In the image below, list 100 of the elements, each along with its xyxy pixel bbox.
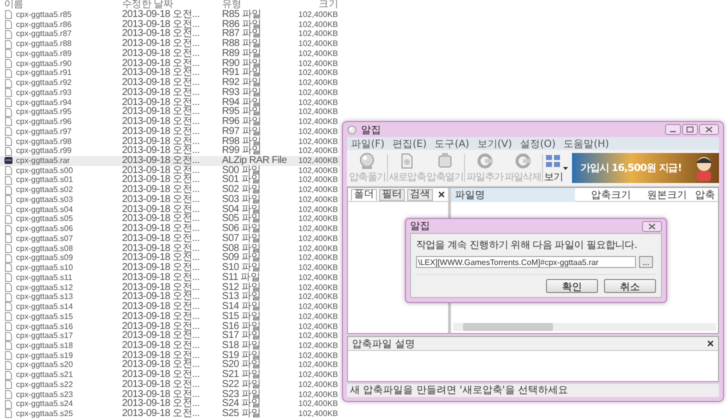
- menu-item[interactable]: 편집(E): [392, 136, 427, 150]
- file-size: 102,400KB: [297, 136, 338, 146]
- pane-tab[interactable]: 필터: [379, 188, 405, 200]
- pane-tab[interactable]: 폴더: [351, 188, 377, 200]
- file-size: 102,400KB: [297, 282, 338, 292]
- file-row[interactable]: cpx-ggttaa5.s09 2013-09-18 오전... S09 파일 102,400KB: [0, 253, 340, 264]
- file-name: cpx-ggttaa5.r89: [16, 48, 72, 59]
- file-size: 102,400KB: [297, 312, 338, 322]
- file-row[interactable]: cpx-ggttaa5.r88 2013-09-18 오전... R88 파일 102,400KB: [0, 39, 340, 49]
- file-row[interactable]: cpx-ggttaa5.s07 2013-09-18 오전... S07 파일 102,400KB: [0, 234, 340, 244]
- file-row[interactable]: cpx-ggttaa5.s20 2013-09-18 오전... S20 파일 102,400KB: [0, 360, 340, 370]
- file-row[interactable]: cpx-ggttaa5.s16 2013-09-18 오전... S16 파일 102,400KB: [0, 322, 340, 332]
- menu-item[interactable]: 설정(O): [520, 136, 556, 150]
- menu-item[interactable]: 도움말(H): [564, 136, 610, 150]
- file-size: 102,400KB: [297, 204, 338, 214]
- file-size: 102,400KB: [297, 263, 338, 273]
- file-row[interactable]: cpx-ggttaa5.r85 2013-09-18 오전... R85 파일 102,400KB: [0, 10, 340, 20]
- column-header[interactable]: 수정한 날짜: [122, 0, 222, 10]
- file-row[interactable]: cpx-ggttaa5.s01 2013-09-18 오전... S01 파일 102,400KB: [0, 175, 340, 186]
- file-row[interactable]: cpx-ggttaa5.s21 2013-09-18 오전... S21 파일 102,400KB: [0, 370, 340, 380]
- close-icon[interactable]: [438, 191, 445, 198]
- file-row[interactable]: cpx-ggttaa5.s04 2013-09-18 오전... S04 파일 102,400KB: [0, 204, 340, 214]
- column-header[interactable]: 이름: [0, 0, 122, 10]
- file-row[interactable]: cpx-ggttaa5.r95 2013-09-18 오전... R95 파일 102,400KB: [0, 107, 340, 118]
- file-row[interactable]: cpx-ggttaa5.s25 2013-09-18 오전... S25 파일 102,400KB: [0, 409, 340, 419]
- menu-item[interactable]: 도구(A): [434, 136, 470, 150]
- close-icon[interactable]: [707, 340, 714, 347]
- file-row[interactable]: cpx-ggttaa5.r91 2013-09-18 오전... R91 파일 102,400KB: [0, 68, 340, 78]
- column-header[interactable]: 유형: [222, 0, 290, 10]
- dialog-message: 작업을 계속 진행하기 위해 다음 파일이 필요합니다.: [416, 239, 638, 252]
- modified-date: 2013-09-18 오전...: [122, 244, 200, 254]
- file-row[interactable]: cpx-ggttaa5.r99 2013-09-18 오전... R99 파일 102,400KB: [0, 146, 340, 156]
- file-row[interactable]: cpx-ggttaa5.r86 2013-09-18 오전... R86 파일 102,400KB: [0, 20, 340, 30]
- column-header[interactable]: 압축: [687, 188, 715, 202]
- menu-item[interactable]: 파일(F): [351, 136, 385, 150]
- file-row[interactable]: cpx-ggttaa5.s19 2013-09-18 오전... S19 파일 102,400KB: [0, 350, 340, 360]
- file-row[interactable]: cpx-ggttaa5.s11 2013-09-18 오전... S11 파일 102,400KB: [0, 272, 340, 283]
- file-type: S22 파일: [222, 380, 262, 390]
- file-row[interactable]: cpx-ggttaa5.s18 2013-09-18 오전... S18 파일 102,400KB: [0, 340, 340, 351]
- file-row[interactable]: cpx-ggttaa5.r93 2013-09-18 오전... R93 파일 102,400KB: [0, 88, 340, 98]
- file-row[interactable]: cpx-ggttaa5.s05 2013-09-18 오전... S05 파일 102,400KB: [0, 214, 340, 224]
- file-row[interactable]: cpx-ggttaa5.s13 2013-09-18 오전... S13 파일 102,400KB: [0, 292, 340, 302]
- file-row[interactable]: cpx-ggttaa5.r98 2013-09-18 오전... R98 파일 102,400KB: [0, 136, 340, 146]
- modified-date: 2013-09-18 오전...: [122, 126, 200, 137]
- file-row[interactable]: cpx-ggttaa5.s17 2013-09-18 오전... S17 파일 102,400KB: [0, 331, 340, 341]
- file-size: 102,400KB: [297, 175, 338, 186]
- browse-button[interactable]: ...: [639, 256, 653, 268]
- dialog-button[interactable]: 취소: [604, 279, 656, 293]
- file-row[interactable]: cpx-ggttaa5.s08 2013-09-18 오전... S08 파일 102,400KB: [0, 244, 340, 254]
- file-row[interactable]: cpx-ggttaa5.s24 2013-09-18 오전... S24 파일 102,400KB: [0, 399, 340, 410]
- file-row[interactable]: cpx-ggttaa5.s23 2013-09-18 오전... S23 파일 102,400KB: [0, 390, 340, 400]
- menu-item[interactable]: 보기(V): [477, 136, 512, 150]
- modified-date: 2013-09-18 오전...: [122, 340, 200, 351]
- file-size: 102,400KB: [297, 166, 338, 176]
- file-type: R98 파일: [222, 136, 262, 146]
- file-type: R91 파일: [222, 68, 262, 78]
- modified-date: 2013-09-18 오전...: [122, 175, 200, 186]
- file-row[interactable]: cpx-ggttaa5.rar 2013-09-18 오전... ALZip RAR File 102,400KB: [0, 156, 340, 166]
- file-type: S13 파일: [222, 292, 262, 302]
- dialog-button[interactable]: 확인: [546, 279, 598, 293]
- file-row[interactable]: cpx-ggttaa5.s06 2013-09-18 오전... S06 파일 102,400KB: [0, 224, 340, 234]
- column-header[interactable]: 크기: [290, 0, 338, 10]
- minimize-icon[interactable]: [665, 124, 681, 135]
- file-type: R86 파일: [222, 20, 262, 30]
- pane-tab[interactable]: 검색: [407, 188, 433, 200]
- maximize-icon[interactable]: [682, 124, 698, 135]
- file-row[interactable]: cpx-ggttaa5.r90 2013-09-18 오전... R90 파일 102,400KB: [0, 58, 340, 68]
- file-row[interactable]: cpx-ggttaa5.r92 2013-09-18 오전... R92 파일 102,400KB: [0, 78, 340, 88]
- file-row[interactable]: cpx-ggttaa5.r96 2013-09-18 오전... R96 파일 102,400KB: [0, 117, 340, 127]
- file-type: S12 파일: [222, 282, 262, 292]
- file-name: cpx-ggttaa5.s17: [16, 331, 73, 341]
- file-row[interactable]: cpx-ggttaa5.s12 2013-09-18 오전... S12 파일 102,400KB: [0, 282, 340, 292]
- file-name: cpx-ggttaa5.s15: [16, 312, 73, 322]
- file-name: cpx-ggttaa5.r88: [16, 39, 72, 49]
- path-field[interactable]: \LEX][WWW.GamesTorrents.CoM]#cpx-ggttaa5.rar: [416, 256, 636, 268]
- file-row[interactable]: cpx-ggttaa5.s00 2013-09-18 오전... S00 파일 102,400KB: [0, 166, 340, 176]
- file-name: cpx-ggttaa5.s24: [16, 399, 73, 410]
- file-row[interactable]: cpx-ggttaa5.s03 2013-09-18 오전... S03 파일 102,400KB: [0, 194, 340, 205]
- file-size: 102,400KB: [297, 185, 338, 195]
- column-header[interactable]: 압축크기: [575, 188, 631, 202]
- file-row[interactable]: cpx-ggttaa5.s22 2013-09-18 오전... S22 파일 102,400KB: [0, 380, 340, 390]
- file-row[interactable]: cpx-ggttaa5.r97 2013-09-18 오전... R97 파일 102,400KB: [0, 126, 340, 137]
- file-row[interactable]: cpx-ggttaa5.r87 2013-09-18 오전... R87 파일 102,400KB: [0, 29, 340, 40]
- dropdown-caret-icon[interactable]: [563, 166, 568, 170]
- file-row[interactable]: cpx-ggttaa5.r89 2013-09-18 오전... R89 파일 102,400KB: [0, 48, 340, 59]
- file-row[interactable]: cpx-ggttaa5.s15 2013-09-18 오전... S15 파일 102,400KB: [0, 312, 340, 322]
- scrollbar-thumb[interactable]: [463, 323, 553, 331]
- file-size: 102,400KB: [297, 224, 338, 234]
- file-type: S15 파일: [222, 312, 262, 322]
- column-header[interactable]: 원본크기: [631, 188, 687, 202]
- toolbar-button[interactable]: 보기: [544, 151, 562, 185]
- file-name: cpx-ggttaa5.s14: [16, 302, 73, 312]
- file-row[interactable]: cpx-ggttaa5.s14 2013-09-18 오전... S14 파일 102,400KB: [0, 302, 340, 312]
- column-header[interactable]: 파일명: [451, 188, 575, 202]
- horizontal-scrollbar[interactable]: [453, 323, 716, 331]
- modified-date: 2013-09-18 오전...: [122, 29, 200, 40]
- modified-date: 2013-09-18 오전...: [122, 58, 200, 68]
- file-row[interactable]: cpx-ggttaa5.s10 2013-09-18 오전... S10 파일 102,400KB: [0, 263, 340, 273]
- file-row[interactable]: cpx-ggttaa5.r94 2013-09-18 오전... R94 파일 102,400KB: [0, 98, 340, 108]
- file-row[interactable]: cpx-ggttaa5.s02 2013-09-18 오전... S02 파일 102,400KB: [0, 185, 340, 195]
